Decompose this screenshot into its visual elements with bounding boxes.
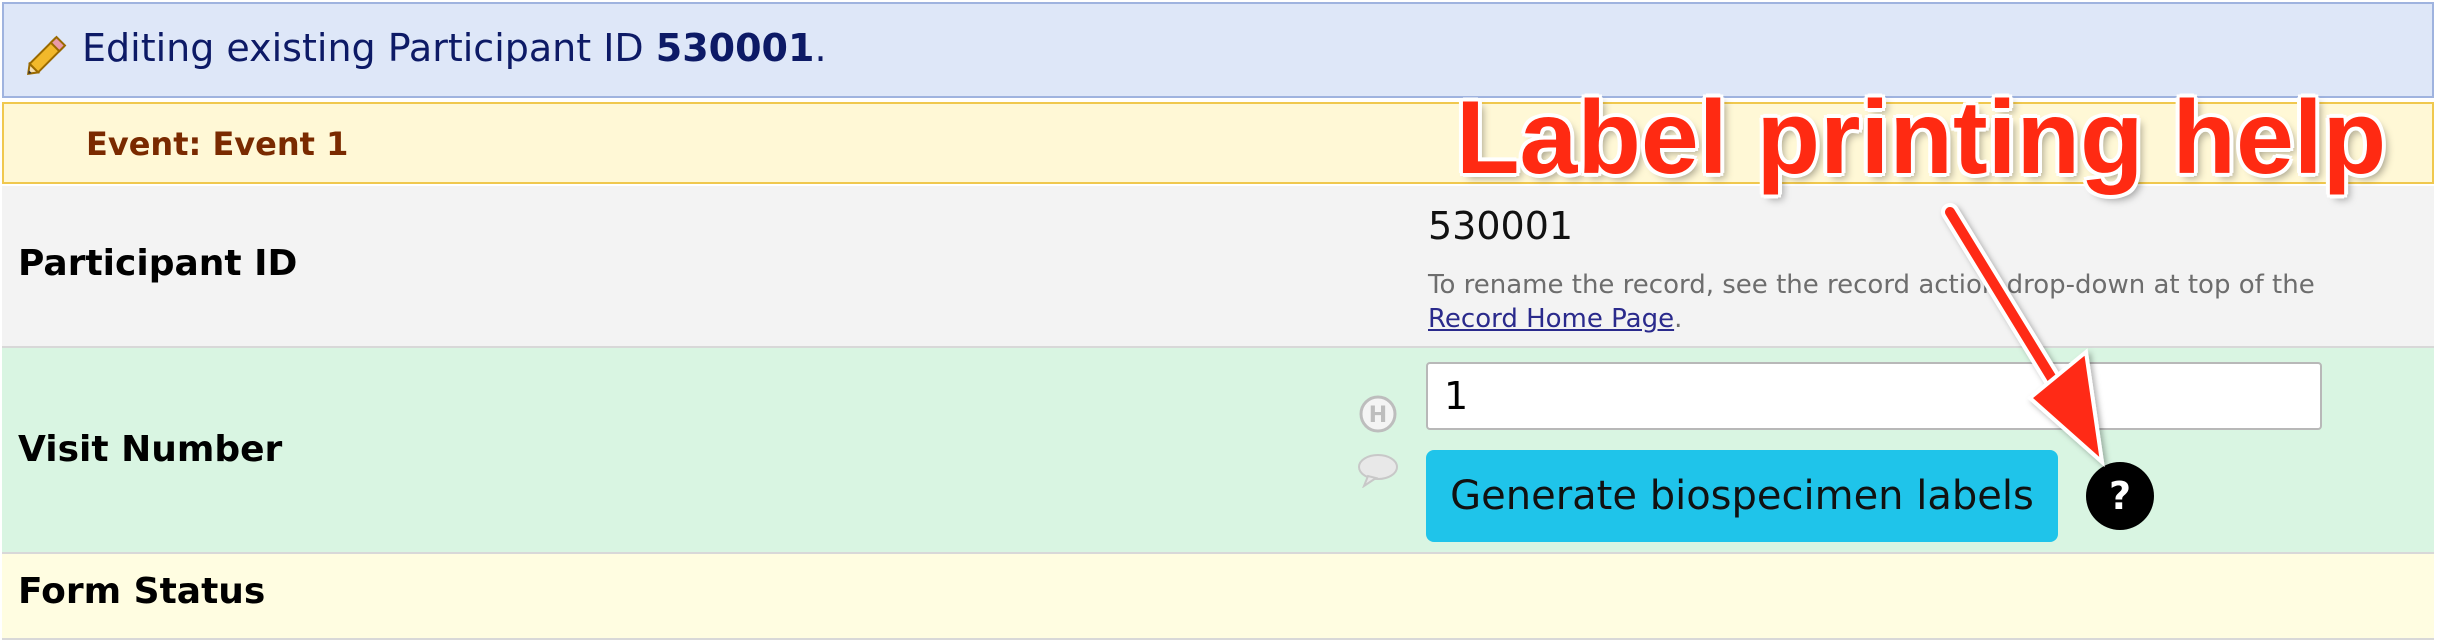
pencil-icon [27,35,67,75]
edit-banner-prefix: Editing existing Participant ID [82,26,656,70]
edit-banner-text: Editing existing Participant ID 530001. [82,22,827,74]
rename-note-suffix: . [1674,304,1683,334]
comment-icon[interactable] [1356,452,1400,488]
form-status-row: Form Status [2,554,2434,640]
edit-banner-record-id: 530001 [655,26,815,70]
help-icon[interactable]: ? [2086,462,2154,530]
rename-note: To rename the record, see the record act… [1428,268,2388,336]
visit-number-input[interactable] [1426,362,2322,430]
generate-biospecimen-labels-button[interactable]: Generate biospecimen labels [1426,450,2058,542]
annotation-label: Label printing help [1456,80,2387,196]
history-icon[interactable]: H [1358,394,1398,434]
svg-text:H: H [1369,403,1387,428]
form-status-label: Form Status [18,571,266,612]
rename-note-text: To rename the record, see the record act… [1428,270,2315,300]
record-home-page-link[interactable]: Record Home Page [1428,304,1674,334]
event-label: Event: Event 1 [86,125,349,163]
edit-banner-suffix: . [814,26,827,70]
participant-id-label: Participant ID [18,243,298,284]
visit-number-label: Visit Number [18,429,283,470]
participant-id-value: 530001 [1428,204,1574,248]
